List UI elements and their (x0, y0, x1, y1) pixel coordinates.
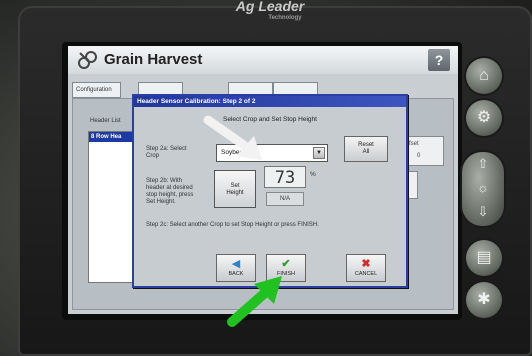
white-arrow-icon (203, 115, 262, 160)
annotation-arrows (203, 115, 282, 327)
green-arrow-icon (227, 276, 282, 327)
